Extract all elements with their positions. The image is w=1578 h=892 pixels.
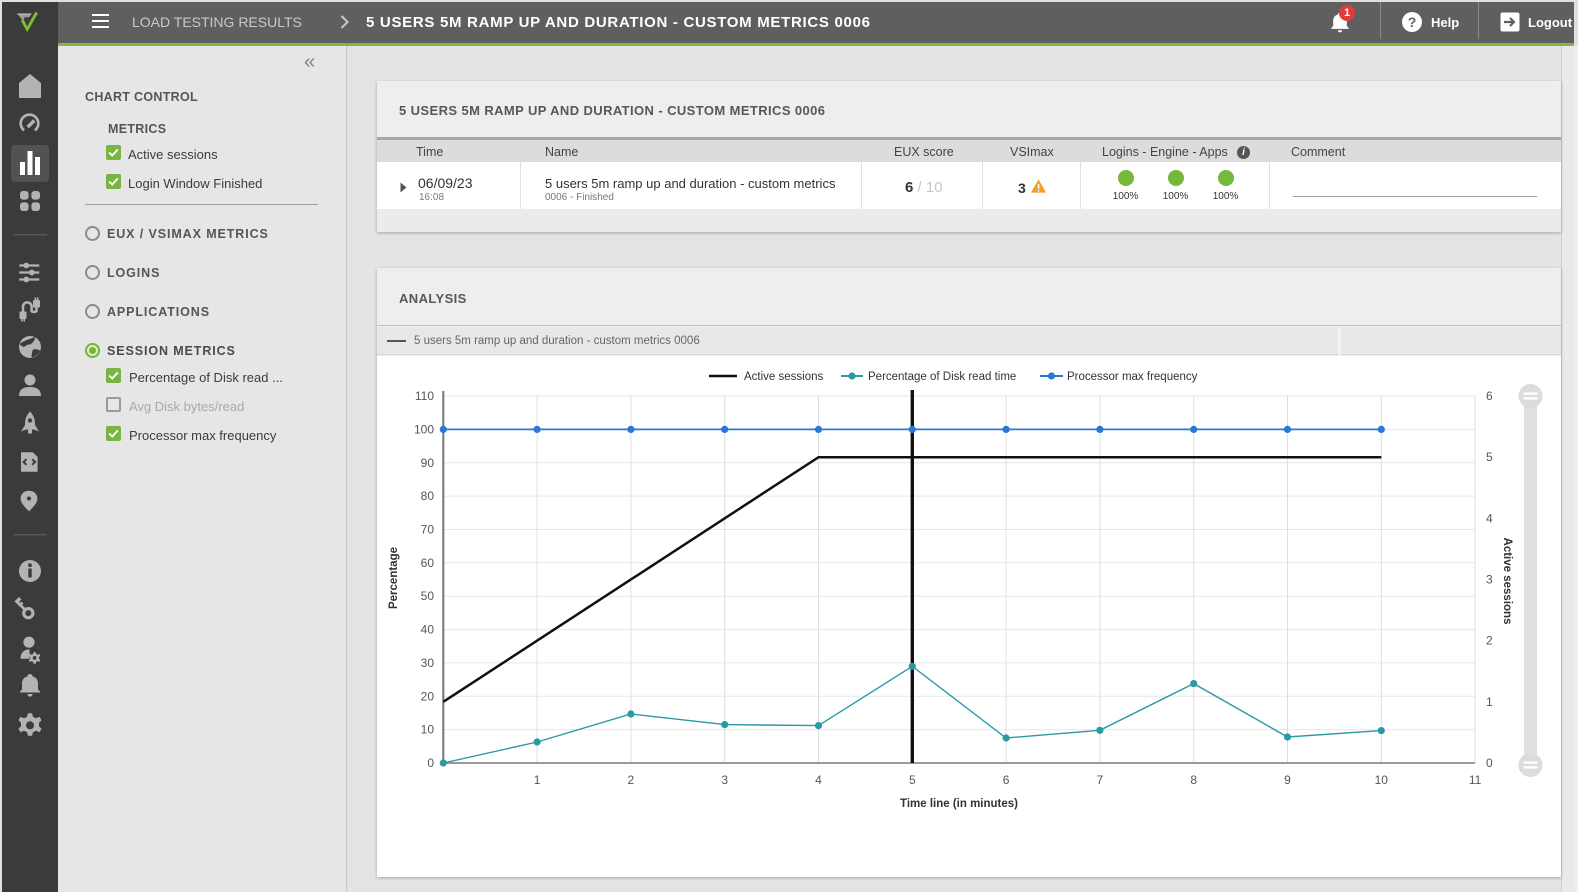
svg-text:7: 7 xyxy=(1097,773,1104,787)
svg-text:1: 1 xyxy=(1486,695,1493,709)
svg-text:2: 2 xyxy=(628,773,635,787)
svg-text:4: 4 xyxy=(815,773,822,787)
svg-text:Time line (in minutes): Time line (in minutes) xyxy=(900,798,1018,810)
svg-text:2: 2 xyxy=(1486,634,1493,648)
svg-text:1: 1 xyxy=(534,773,541,787)
svg-text:0: 0 xyxy=(1486,756,1493,770)
svg-text:Active sessions: Active sessions xyxy=(744,371,824,383)
svg-text:3: 3 xyxy=(1486,573,1493,587)
svg-text:60: 60 xyxy=(421,556,435,570)
svg-text:3: 3 xyxy=(721,773,728,787)
svg-text:0: 0 xyxy=(427,756,434,770)
svg-text:100: 100 xyxy=(414,422,434,436)
svg-text:Percentage of Disk read time: Percentage of Disk read time xyxy=(868,371,1016,383)
svg-text:80: 80 xyxy=(421,489,435,503)
svg-text:4: 4 xyxy=(1486,511,1493,525)
svg-text:6: 6 xyxy=(1003,773,1010,787)
svg-text:Percentage: Percentage xyxy=(388,547,400,609)
svg-text:5: 5 xyxy=(909,773,916,787)
svg-text:Active sessions: Active sessions xyxy=(1501,538,1513,625)
svg-text:70: 70 xyxy=(421,523,435,537)
svg-text:9: 9 xyxy=(1284,773,1291,787)
svg-text:5: 5 xyxy=(1486,450,1493,464)
svg-text:Processor max frequency: Processor max frequency xyxy=(1067,371,1198,383)
svg-text:10: 10 xyxy=(1375,773,1389,787)
svg-text:110: 110 xyxy=(415,389,434,403)
svg-text:6: 6 xyxy=(1486,389,1493,403)
svg-text:10: 10 xyxy=(421,723,435,737)
svg-text:40: 40 xyxy=(421,623,435,637)
svg-text:20: 20 xyxy=(421,689,435,703)
svg-text:8: 8 xyxy=(1190,773,1197,787)
svg-text:90: 90 xyxy=(421,456,435,470)
svg-text:30: 30 xyxy=(421,656,435,670)
svg-text:11: 11 xyxy=(1469,773,1482,787)
svg-text:50: 50 xyxy=(421,589,435,603)
